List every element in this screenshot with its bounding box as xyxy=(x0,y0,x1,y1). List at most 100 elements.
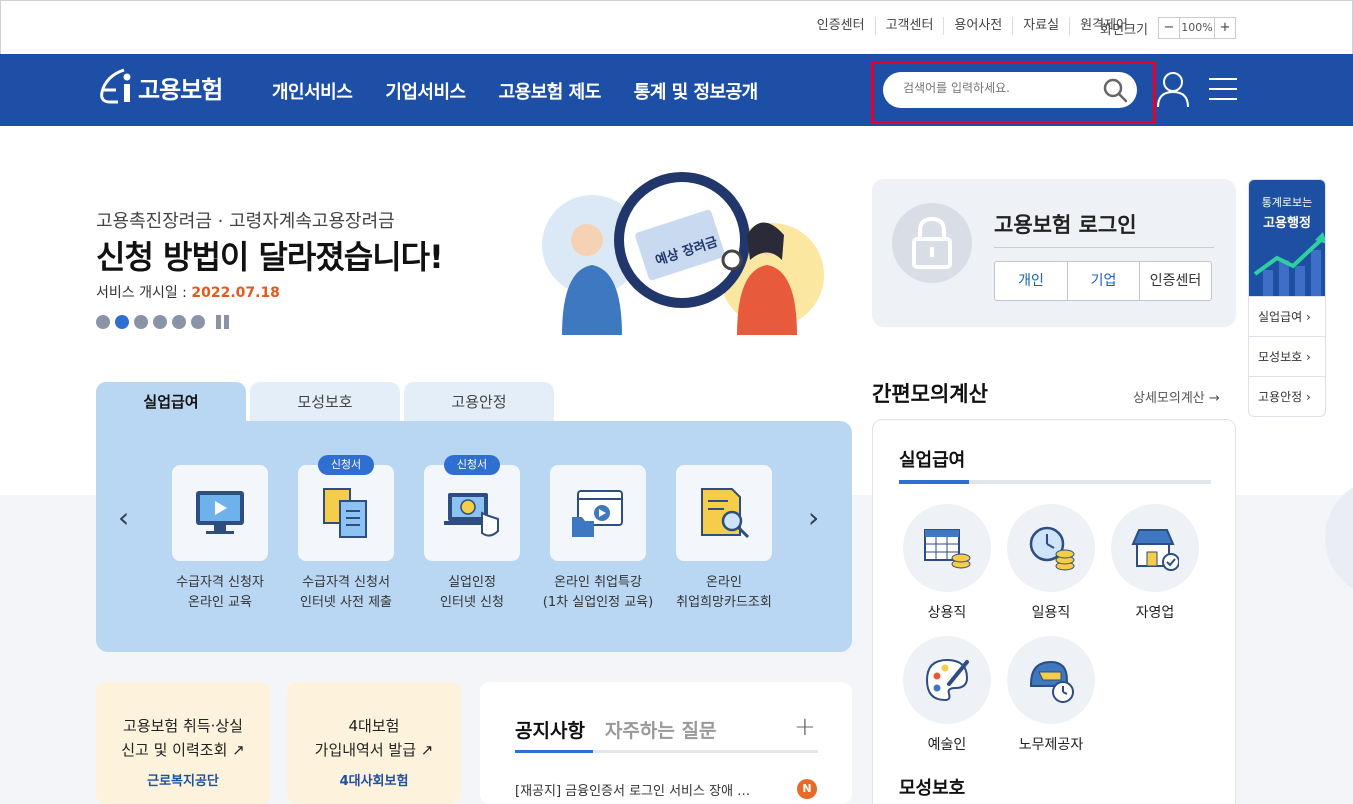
lock-icon xyxy=(892,203,972,283)
calc-panel: 실업급여 상용직 일용직 자영업 예술인 노무제공자 모성보호 xyxy=(872,419,1236,804)
new-badge: N xyxy=(797,779,817,799)
carousel-dot-active[interactable] xyxy=(115,315,129,329)
calc-item-label: 일용직 xyxy=(1031,605,1071,621)
side-link-maternity[interactable]: 모성보호 › xyxy=(1249,336,1325,376)
tab-stability[interactable]: 고용안정 xyxy=(404,382,554,422)
menu-system[interactable]: 고용보험 제도 xyxy=(499,78,602,104)
search-input[interactable] xyxy=(903,81,1093,95)
quick-card-insurance-report[interactable]: 고용보험 취득·상실 신고 및 이력조회 ↗ 근로복지공단 xyxy=(96,682,270,804)
service-label: 실업인정 인터넷 신청 xyxy=(440,575,504,610)
zoom-out-button[interactable]: − xyxy=(1159,18,1179,38)
prev-arrow-button[interactable]: ‹ xyxy=(118,501,129,534)
service-card xyxy=(172,465,268,561)
login-cert-button[interactable]: 인증센터 xyxy=(1139,262,1211,300)
utility-links: 인증센터 고객센터 용어사전 자료실 원격제어 xyxy=(807,17,1138,35)
monitor-play-icon xyxy=(196,491,244,534)
palette-brush-icon xyxy=(903,636,991,724)
tab-maternity[interactable]: 모성보호 xyxy=(250,382,400,422)
service-card: 신청서 xyxy=(298,455,394,561)
login-buttons: 개인 기업 인증센터 xyxy=(994,261,1212,301)
quick-card-four-insurance[interactable]: 4대보험 가입내역서 발급 ↗ 4대사회보험 xyxy=(287,682,461,804)
hero-title[interactable]: 신청 방법이 달라졌습니다! xyxy=(96,232,444,278)
logo-icon xyxy=(100,68,131,104)
store-check-icon xyxy=(1111,504,1199,592)
calc-detail-link[interactable]: 상세모의계산 → xyxy=(1133,387,1220,406)
hamburger-menu-icon[interactable] xyxy=(1209,76,1237,102)
hero-illustration: 예상 장려금 xyxy=(542,172,824,335)
side-link-unemployment[interactable]: 실업급여 › xyxy=(1249,296,1325,336)
side-link-stability[interactable]: 고용안정 › xyxy=(1249,376,1325,416)
service-item-job-card[interactable]: 온라인 취업희망카드조회 xyxy=(662,465,786,613)
carousel-indicators xyxy=(96,315,232,329)
notice-tabs: 공지사항 자주하는 질문 xyxy=(515,716,736,743)
calc-item-self-employed[interactable]: 자영업 xyxy=(1103,504,1207,622)
login-personal-button[interactable]: 개인 xyxy=(995,262,1067,300)
calc-item-regular[interactable]: 상용직 xyxy=(895,504,999,622)
carousel-dot[interactable] xyxy=(191,315,205,329)
login-title: 고용보험 로그인 xyxy=(994,213,1137,237)
utility-bar: 인증센터 고객센터 용어사전 자료실 원격제어 화면크기 − 100% + xyxy=(0,0,1353,54)
user-icon[interactable] xyxy=(1156,70,1190,108)
calendar-coins-icon xyxy=(903,504,991,592)
util-link-cert[interactable]: 인증센터 xyxy=(807,17,875,35)
carousel-dot[interactable] xyxy=(172,315,186,329)
calc-item-label: 상용직 xyxy=(927,605,967,621)
helmet-clock-icon xyxy=(1007,636,1095,724)
logo-text: 고용보험 xyxy=(138,75,223,104)
hero-date-value: 2022.07.18 xyxy=(191,285,280,301)
service-item-online-education[interactable]: 수급자격 신청자 온라인 교육 xyxy=(158,465,282,613)
login-business-button[interactable]: 기업 xyxy=(1067,262,1139,300)
laptop-coin-icon xyxy=(444,493,499,537)
notice-item[interactable]: [재공지] 금융인증서 로그인 서비스 장애 … xyxy=(515,780,815,799)
util-link-glossary[interactable]: 용어사전 xyxy=(943,17,1012,35)
quick-card-org: 4대사회보험 xyxy=(339,774,409,789)
calc-title: 간편모의계산 xyxy=(872,382,988,406)
zoom-in-button[interactable]: + xyxy=(1215,18,1235,38)
login-card: 고용보험 로그인 개인 기업 인증센터 xyxy=(872,179,1236,327)
quick-card-org: 근로복지공단 xyxy=(147,774,219,789)
tab-notices[interactable]: 공지사항 xyxy=(515,716,585,743)
stats-banner-link[interactable]: 통계로보는 고용행정 xyxy=(1249,180,1325,296)
quick-stats-banner: 통계로보는 고용행정 실업급여 › 모성보호 › 고용안정 › xyxy=(1248,179,1326,417)
search-icon[interactable] xyxy=(1101,76,1129,104)
document-search-icon xyxy=(701,488,750,539)
zoom-box: − 100% + xyxy=(1158,17,1236,39)
quick-card-text: 4대보험 가입내역서 발급 ↗ xyxy=(314,717,434,759)
stats-banner-line2: 고용행정 xyxy=(1263,216,1311,231)
menu-personal[interactable]: 개인서비스 xyxy=(272,78,353,104)
service-item-unemployment-cert[interactable]: 신청서 실업인정 인터넷 신청 xyxy=(410,455,534,613)
calc-item-freelancer[interactable]: 노무제공자 xyxy=(999,636,1103,754)
site-logo[interactable]: 고용보험 xyxy=(96,66,223,108)
menu-statistics[interactable]: 통계 및 정보공개 xyxy=(634,78,758,104)
service-label: 수급자격 신청자 온라인 교육 xyxy=(176,575,264,610)
zoom-value: 100% xyxy=(1179,18,1215,38)
tab-faq[interactable]: 자주하는 질문 xyxy=(605,716,717,743)
carousel-dot[interactable] xyxy=(96,315,110,329)
menu-business[interactable]: 기업서비스 xyxy=(385,78,466,104)
next-arrow-button[interactable]: › xyxy=(808,501,819,534)
search-box xyxy=(883,72,1137,108)
util-link-archive[interactable]: 자료실 xyxy=(1012,17,1069,35)
hero-date-label: 서비스 개시일 : xyxy=(96,285,192,301)
carousel-pause-button[interactable] xyxy=(216,315,232,329)
util-link-customer[interactable]: 고객센터 xyxy=(874,17,944,35)
zoom-label: 화면크기 xyxy=(1100,22,1148,38)
carousel-dot[interactable] xyxy=(134,315,148,329)
zoom-control: 화면크기 − 100% + xyxy=(1100,17,1236,39)
service-label: 온라인 취업희망카드조회 xyxy=(676,575,772,610)
tab-unemployment[interactable]: 실업급여 xyxy=(96,382,246,422)
stats-banner-line1: 통계로보는 xyxy=(1261,196,1313,209)
hero-subtitle: 고용촉진장려금 · 고령자계속고용장려금 xyxy=(96,211,395,232)
login-divider xyxy=(994,247,1214,248)
notice-more-button[interactable]: + xyxy=(794,712,816,742)
carousel-dot[interactable] xyxy=(153,315,167,329)
service-tabs: 실업급여 모성보호 고용안정 xyxy=(96,382,558,422)
service-item-application[interactable]: 신청서 수급자격 신청서 인터넷 사전 제출 xyxy=(284,455,408,613)
notice-board: 공지사항 자주하는 질문 + [재공지] 금융인증서 로그인 서비스 장애 … … xyxy=(480,682,852,804)
service-label: 온라인 취업특강 (1차 실업인정 교육) xyxy=(542,575,654,610)
service-card xyxy=(550,465,646,561)
calc-item-artist[interactable]: 예술인 xyxy=(895,636,999,754)
calc-item-daily[interactable]: 일용직 xyxy=(999,504,1103,622)
video-folder-icon xyxy=(572,490,623,537)
service-item-online-lecture[interactable]: 온라인 취업특강 (1차 실업인정 교육) xyxy=(536,465,660,613)
